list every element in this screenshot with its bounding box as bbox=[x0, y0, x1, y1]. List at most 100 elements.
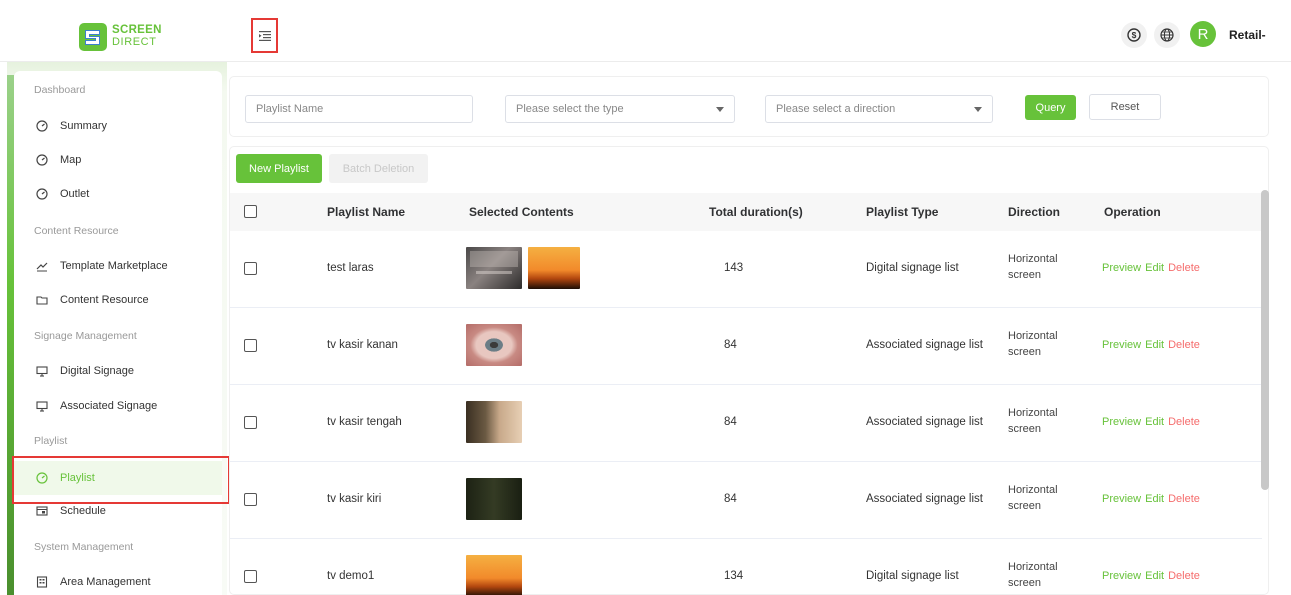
monitor-icon bbox=[36, 400, 48, 412]
preview-link[interactable]: Preview bbox=[1102, 416, 1141, 428]
sidebar-item-associated-signage[interactable]: Associated Signage bbox=[14, 389, 222, 423]
chevron-down-icon bbox=[716, 107, 724, 112]
sidebar-item-label: Area Management bbox=[60, 576, 151, 588]
type-select[interactable]: Please select the type bbox=[505, 95, 735, 123]
delete-link[interactable]: Delete bbox=[1168, 339, 1200, 351]
top-header: SCREEN DIRECT $ R Retail- bbox=[0, 0, 1291, 62]
sidebar-item-content-resource[interactable]: Content Resource bbox=[14, 283, 222, 317]
sidebar-item-summary[interactable]: Summary bbox=[14, 109, 222, 143]
sidebar-item-label: Outlet bbox=[60, 188, 90, 200]
type-select-placeholder: Please select the type bbox=[516, 103, 624, 115]
preview-link[interactable]: Preview bbox=[1102, 570, 1141, 582]
sidebar-item-label: Digital Signage bbox=[60, 365, 134, 377]
logo-mark-icon bbox=[79, 23, 107, 51]
direction: Horizontal screen bbox=[1008, 482, 1058, 514]
playlist-type: Associated signage list bbox=[866, 493, 983, 505]
logo-line1: SCREEN bbox=[112, 24, 162, 36]
delete-link[interactable]: Delete bbox=[1168, 416, 1200, 428]
section-system-management: System Management bbox=[34, 541, 134, 553]
total-duration: 134 bbox=[724, 570, 744, 582]
delete-link[interactable]: Delete bbox=[1168, 493, 1200, 505]
table-row[interactable]: tv kasir tengah 84 Associated signage li… bbox=[230, 385, 1262, 462]
delete-link[interactable]: Delete bbox=[1168, 262, 1200, 274]
direction-line1: Horizontal bbox=[1008, 407, 1058, 419]
table-row[interactable]: tv kasir kiri 84 Associated signage list… bbox=[230, 462, 1262, 539]
edit-link[interactable]: Edit bbox=[1145, 339, 1164, 351]
table-row[interactable]: tv kasir kanan 84 Associated signage lis… bbox=[230, 308, 1262, 385]
edit-link[interactable]: Edit bbox=[1145, 262, 1164, 274]
batch-deletion-button[interactable]: Batch Deletion bbox=[329, 154, 428, 183]
row-checkbox[interactable] bbox=[244, 339, 257, 352]
direction: Horizontal screen bbox=[1008, 328, 1058, 360]
playlist-table-card: New Playlist Batch Deletion Playlist Nam… bbox=[229, 146, 1269, 595]
table-scrollbar[interactable] bbox=[1261, 190, 1269, 490]
direction-line2: screen bbox=[1008, 577, 1042, 589]
sidebar-item-outlet[interactable]: Outlet bbox=[14, 177, 222, 211]
sidebar-item-area-management[interactable]: Area Management bbox=[14, 565, 222, 595]
sidebar-item-label: Map bbox=[60, 154, 82, 166]
direction: Horizontal screen bbox=[1008, 559, 1058, 591]
edit-link[interactable]: Edit bbox=[1145, 493, 1164, 505]
sidebar-item-label: Schedule bbox=[60, 505, 106, 517]
edit-link[interactable]: Edit bbox=[1145, 416, 1164, 428]
app-logo[interactable]: SCREEN DIRECT bbox=[78, 22, 228, 52]
playlist-name-input[interactable]: Playlist Name bbox=[245, 95, 473, 123]
row-checkbox[interactable] bbox=[244, 262, 257, 275]
playlist-name-placeholder: Playlist Name bbox=[256, 103, 324, 115]
building-icon bbox=[36, 576, 48, 588]
table-row[interactable]: test laras 143 Digital signage list Hori… bbox=[230, 231, 1262, 308]
section-playlist: Playlist bbox=[34, 435, 68, 447]
sidebar-item-template-marketplace[interactable]: Template Marketplace bbox=[14, 249, 222, 283]
delete-link[interactable]: Delete bbox=[1168, 570, 1200, 582]
direction-line1: Horizontal bbox=[1008, 561, 1058, 573]
playlist-name: tv demo1 bbox=[327, 570, 375, 582]
total-duration: 143 bbox=[724, 262, 744, 274]
content-thumbnail bbox=[466, 478, 522, 520]
logo-line2: DIRECT bbox=[112, 36, 157, 48]
section-dashboard: Dashboard bbox=[34, 84, 86, 96]
total-duration: 84 bbox=[724, 339, 737, 351]
row-checkbox[interactable] bbox=[244, 570, 257, 583]
sidebar-item-label: Associated Signage bbox=[60, 400, 158, 412]
filter-bar: Playlist Name Please select the type Ple… bbox=[229, 76, 1269, 137]
direction-line2: screen bbox=[1008, 269, 1042, 281]
preview-link[interactable]: Preview bbox=[1102, 339, 1141, 351]
query-button[interactable]: Query bbox=[1025, 95, 1076, 120]
row-operations: Preview Edit Delete bbox=[1102, 493, 1200, 505]
direction-line1: Horizontal bbox=[1008, 330, 1058, 342]
gauge-icon bbox=[36, 188, 48, 200]
edit-link[interactable]: Edit bbox=[1145, 570, 1164, 582]
globe-icon[interactable] bbox=[1154, 22, 1180, 48]
preview-link[interactable]: Preview bbox=[1102, 493, 1141, 505]
dollar-icon[interactable]: $ bbox=[1121, 22, 1147, 48]
sidebar-item-label: Content Resource bbox=[60, 294, 149, 306]
direction-line1: Horizontal bbox=[1008, 253, 1058, 265]
calendar-icon bbox=[36, 505, 48, 517]
user-avatar[interactable]: R bbox=[1190, 21, 1216, 47]
reset-button[interactable]: Reset bbox=[1089, 94, 1161, 120]
new-playlist-button[interactable]: New Playlist bbox=[236, 154, 322, 183]
sidebar-item-digital-signage[interactable]: Digital Signage bbox=[14, 354, 222, 388]
table-row[interactable]: tv demo1 134 Digital signage list Horizo… bbox=[230, 539, 1262, 595]
column-header: Total duration(s) bbox=[709, 205, 803, 219]
user-name[interactable]: Retail- bbox=[1229, 28, 1266, 42]
row-operations: Preview Edit Delete bbox=[1102, 416, 1200, 428]
direction-select[interactable]: Please select a direction bbox=[765, 95, 993, 123]
total-duration: 84 bbox=[724, 416, 737, 428]
playlist-name: tv kasir kanan bbox=[327, 339, 398, 351]
row-checkbox[interactable] bbox=[244, 493, 257, 506]
sidebar-item-map[interactable]: Map bbox=[14, 143, 222, 177]
menu-toggle-button[interactable] bbox=[251, 18, 278, 53]
row-checkbox[interactable] bbox=[244, 416, 257, 429]
sidebar-accent-bar bbox=[7, 75, 14, 595]
direction-line1: Horizontal bbox=[1008, 484, 1058, 496]
row-operations: Preview Edit Delete bbox=[1102, 339, 1200, 351]
content-thumbnail bbox=[466, 324, 522, 366]
playlist-type: Associated signage list bbox=[866, 339, 983, 351]
sidebar-item-label: Summary bbox=[60, 120, 108, 132]
svg-text:$: $ bbox=[1132, 30, 1137, 40]
playlist-name: tv kasir kiri bbox=[327, 493, 382, 505]
preview-link[interactable]: Preview bbox=[1102, 262, 1141, 274]
select-all-checkbox[interactable] bbox=[244, 205, 257, 218]
row-operations: Preview Edit Delete bbox=[1102, 262, 1200, 274]
